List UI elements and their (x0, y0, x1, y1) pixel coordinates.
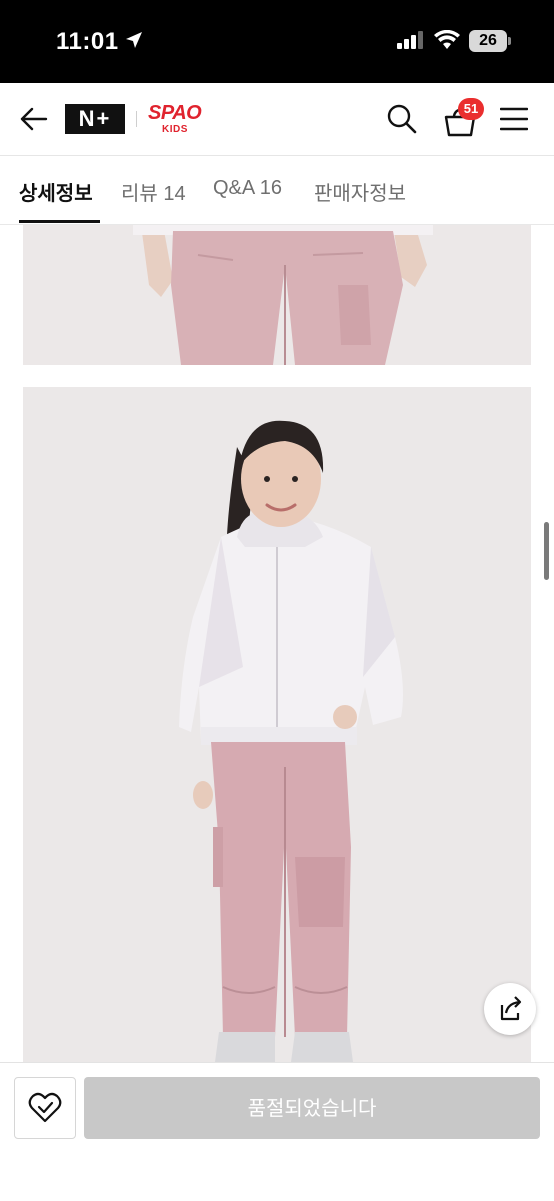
brand-name: SPAO (148, 102, 202, 124)
battery-icon: 26 (469, 30, 507, 52)
signal-icon (397, 31, 423, 49)
active-tab-indicator (19, 220, 100, 223)
product-image-main (23, 387, 531, 1062)
product-photo-pants-closeup (23, 225, 531, 365)
share-button[interactable] (484, 983, 536, 1035)
bottom-action-bar: 품절되었습니다 (0, 1062, 554, 1201)
wishlist-heart-icon (28, 1092, 62, 1123)
sold-out-button[interactable]: 품절되었습니다 (84, 1077, 540, 1139)
nplus-logo[interactable]: N+ (65, 104, 125, 134)
status-bar: 11:01 26 (0, 0, 554, 83)
brand-sub: KIDS (162, 124, 188, 135)
product-image (23, 225, 531, 365)
wishlist-button[interactable] (14, 1077, 76, 1139)
detail-tabs: 상세정보 리뷰 14 Q&A 16 판매자정보 (0, 156, 554, 225)
cart-count-badge: 51 (458, 98, 484, 120)
back-arrow-icon[interactable] (18, 104, 50, 134)
page-scrollbar[interactable] (544, 522, 549, 580)
share-icon (500, 996, 522, 1021)
tab-detail-info[interactable]: 상세정보 (19, 177, 93, 206)
tab-seller-info[interactable]: 판매자정보 (314, 177, 406, 206)
app-header: N+ SPAO KIDS 51 (0, 83, 554, 156)
product-photo-girl-jacket-pants (23, 387, 531, 1062)
wifi-icon (434, 30, 460, 49)
spao-kids-logo[interactable]: SPAO KIDS (148, 102, 206, 138)
location-arrow-icon (126, 32, 142, 48)
battery-tip (508, 37, 511, 45)
menu-icon[interactable] (500, 107, 528, 131)
tab-qna[interactable]: Q&A 16 (213, 177, 282, 200)
search-icon[interactable] (386, 103, 418, 135)
tab-reviews[interactable]: 리뷰 14 (121, 177, 186, 206)
status-time: 11:01 (56, 28, 119, 55)
logo-divider (136, 111, 137, 127)
